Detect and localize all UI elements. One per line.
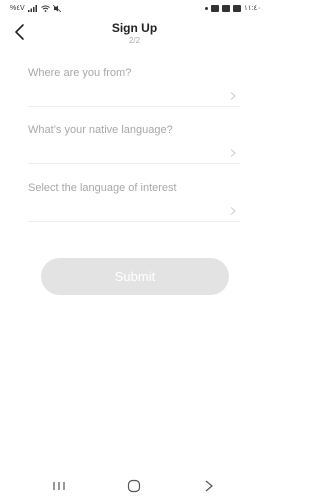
notification-icon-2 [222, 4, 231, 12]
step-indicator: 2/2 [128, 36, 141, 45]
submit-button[interactable]: Submit [41, 258, 229, 295]
country-field[interactable]: Where are you from? [28, 67, 240, 107]
interest-language-label: Select the language of interest [28, 182, 177, 194]
status-bar: %٤V ١١:٤٠ [0, 0, 269, 18]
interest-language-field[interactable]: Select the language of interest [28, 182, 240, 222]
status-right: ١١:٤٠ [205, 4, 261, 12]
status-left: %٤V [10, 4, 61, 12]
signal-icon [27, 4, 37, 12]
page-title: Sign Up [111, 21, 158, 35]
home-icon[interactable] [126, 479, 142, 493]
mute-icon [52, 4, 61, 12]
native-language-field[interactable]: What’s your native language? [28, 124, 240, 164]
clock: ١١:٤٠ [244, 5, 261, 12]
header: Sign Up 2/2 [0, 18, 269, 48]
battery-percent: %٤V [10, 5, 25, 12]
wifi-icon [41, 4, 50, 12]
notification-dot-icon [205, 6, 209, 10]
chevron-right-icon [230, 207, 236, 215]
chevron-right-icon [230, 92, 236, 100]
country-field-label: Where are you from? [28, 67, 132, 79]
chevron-right-icon [230, 149, 236, 157]
notification-icon-1 [211, 4, 220, 12]
system-nav-bar [0, 472, 269, 500]
notification-icon-3 [233, 4, 242, 12]
back-icon[interactable] [201, 479, 217, 493]
recents-icon[interactable] [51, 479, 67, 493]
native-language-label: What’s your native language? [28, 124, 173, 136]
